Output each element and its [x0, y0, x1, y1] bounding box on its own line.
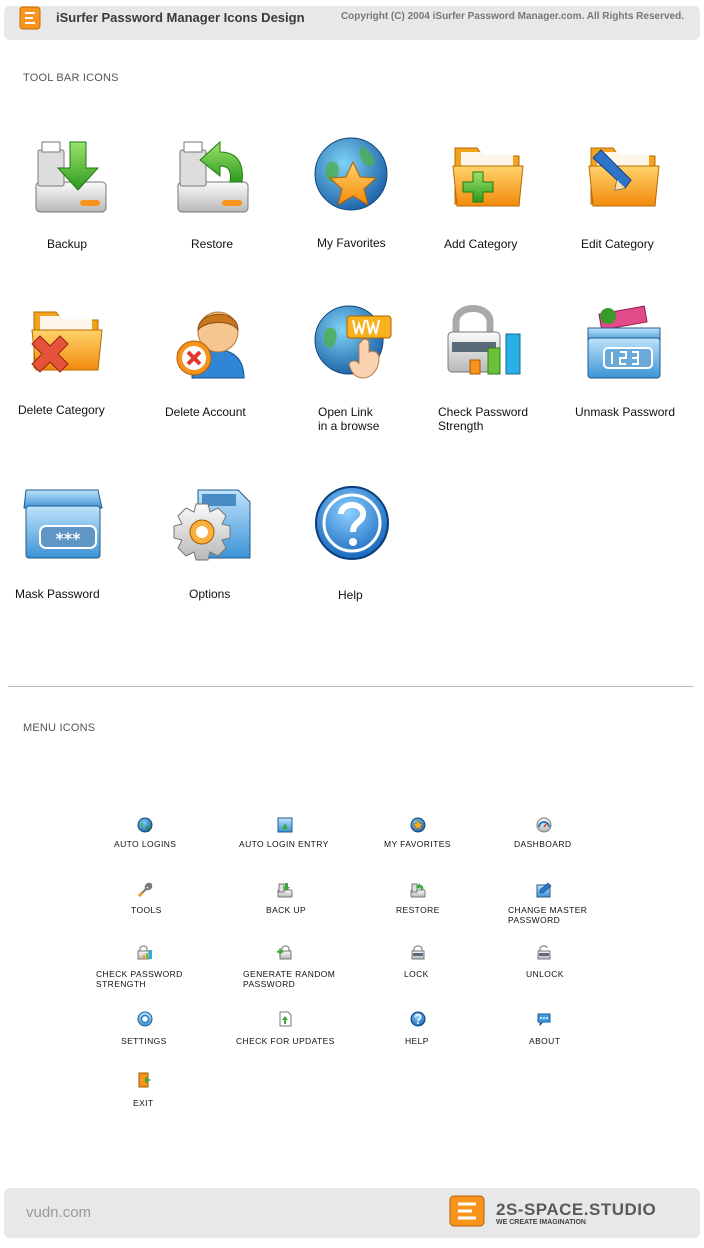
settings-icon — [137, 1011, 153, 1027]
studio-logo-icon — [449, 1195, 485, 1227]
toolbar-label-delete-account: Delete Account — [165, 405, 246, 419]
toolbar-label-open-link: Open Link in a browse — [318, 405, 380, 433]
copyright-text: Copyright (C) 2004 iSurfer Password Mana… — [340, 11, 684, 22]
delete-account-icon — [176, 311, 245, 379]
login-entry-icon — [277, 817, 293, 833]
menu-label-lock: LOCK — [404, 969, 429, 979]
add-category-icon — [452, 147, 524, 207]
menu-label-dashboard: DASHBOARD — [514, 839, 572, 849]
open-link-icon — [314, 305, 392, 379]
restore-icon — [177, 140, 249, 213]
wrench-icon — [137, 882, 153, 898]
menu-label-exit: EXIT — [133, 1098, 154, 1108]
footer-brand: 2S-SPACE.STUDIO — [496, 1200, 657, 1219]
favorites-icon — [314, 137, 388, 211]
help-icon — [315, 486, 389, 560]
menu-label-auto-login-entry: AUTO LOGIN ENTRY — [239, 839, 329, 849]
menu-label-unlock: UNLOCK — [526, 969, 564, 979]
toolbar-label-edit-category: Edit Category — [581, 237, 654, 251]
change-password-icon — [536, 882, 552, 898]
unmask-password-icon — [587, 305, 661, 379]
menu-label-check-password-strength: CHECK PASSWORD STRENGTH — [96, 969, 183, 989]
section-divider — [8, 686, 694, 687]
menu-label-my-favorites: MY FAVORITES — [384, 839, 451, 849]
check-strength-icon — [137, 945, 152, 960]
favorites-icon — [410, 817, 426, 833]
globe-icon — [137, 817, 153, 833]
toolbar-label-check-password-strength: Check Password Strength — [438, 405, 529, 433]
check-strength-icon — [447, 305, 521, 375]
toolbar-label-add-category: Add Category — [444, 237, 518, 251]
options-icon — [173, 489, 251, 561]
toolbar-label-backup: Backup — [47, 237, 88, 251]
toolbar-label-my-favorites: My Favorites — [317, 236, 386, 250]
menu-label-help: HELP — [405, 1036, 429, 1046]
toolbar-label-mask-password: Mask Password — [15, 587, 100, 601]
generate-password-icon — [277, 945, 292, 960]
unlock-icon — [537, 945, 551, 960]
menu-label-generate-random-password: GENERATE RANDOM PASSWORD — [243, 969, 336, 989]
backup-icon — [277, 883, 293, 898]
menu-label-restore: RESTORE — [396, 905, 440, 915]
help-icon — [410, 1011, 426, 1027]
about-icon — [537, 1013, 551, 1027]
dashboard-icon — [536, 817, 552, 833]
delete-category-icon — [31, 311, 103, 373]
toolbar-section-title: TOOL BAR ICONS — [23, 72, 119, 84]
toolbar-label-help: Help — [338, 588, 363, 602]
toolbar-label-unmask-password: Unmask Password — [575, 405, 676, 419]
menu-label-check-for-updates: CHECK FOR UPDATES — [236, 1036, 335, 1046]
mask-password-icon: *** — [23, 489, 103, 559]
backup-icon — [35, 141, 107, 213]
menu-label-auto-logins: AUTO LOGINS — [114, 839, 177, 849]
menu-section-title: MENU ICONS — [23, 722, 96, 734]
svg-text:***: *** — [55, 529, 81, 548]
menu-label-change-master-password: CHANGE MASTER PASSWORD — [508, 905, 588, 925]
lock-icon — [411, 945, 425, 960]
restore-icon — [410, 883, 426, 898]
exit-icon — [138, 1072, 151, 1088]
footer-site-link[interactable]: vudn.com — [26, 1204, 91, 1221]
edit-category-icon — [588, 147, 660, 207]
toolbar-label-restore: Restore — [191, 237, 234, 251]
menu-label-about: ABOUT — [529, 1036, 561, 1046]
logo-icon — [19, 6, 41, 30]
page-title: iSurfer Password Manager Icons Design — [56, 10, 305, 25]
toolbar-label-options: Options — [189, 587, 231, 601]
footer-tagline: WE CREATE IMAGINATION — [496, 1219, 586, 1226]
toolbar-label-delete-category: Delete Category — [18, 403, 105, 417]
updates-icon — [279, 1011, 292, 1027]
menu-label-tools: TOOLS — [131, 905, 162, 915]
menu-label-settings: SETTINGS — [121, 1036, 167, 1046]
menu-label-back-up: BACK UP — [266, 905, 307, 915]
